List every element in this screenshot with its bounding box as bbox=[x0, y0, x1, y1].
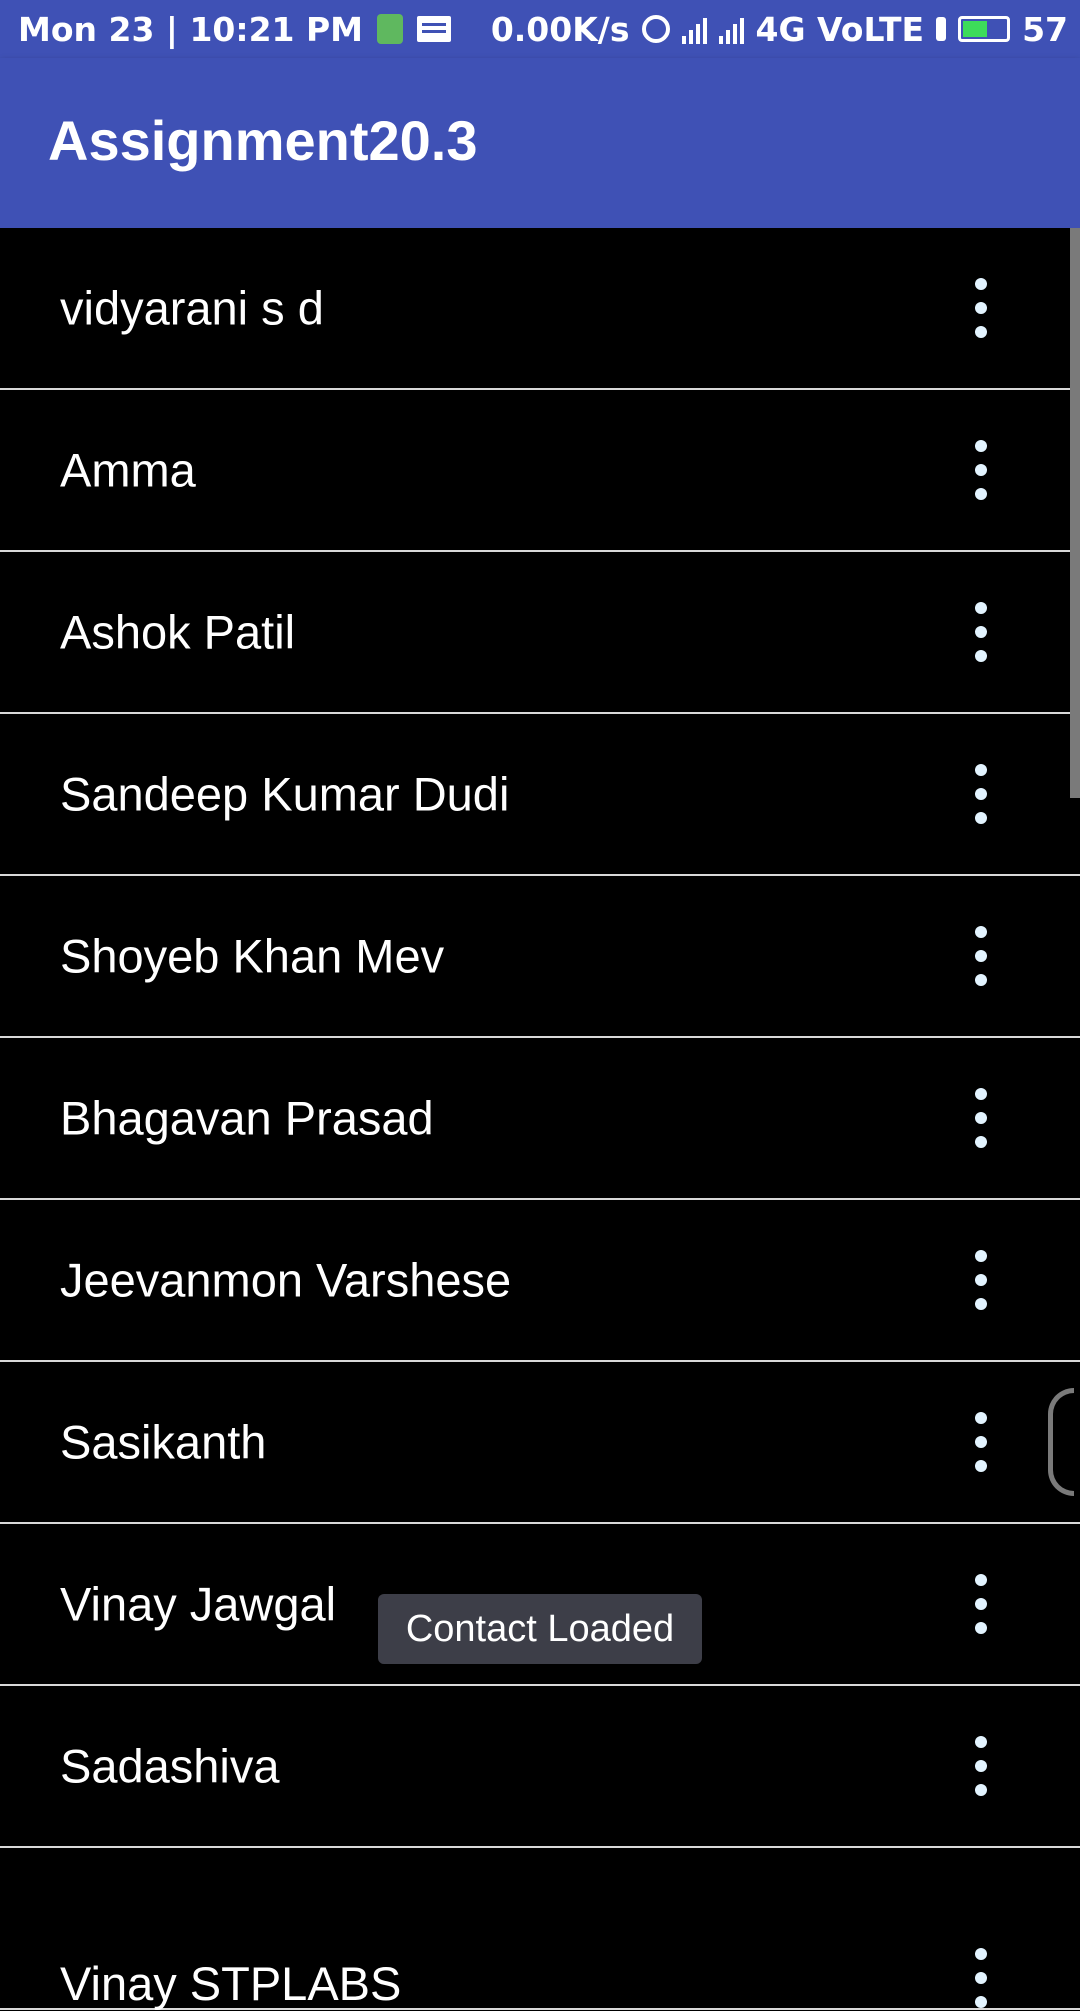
scrollbar[interactable] bbox=[1070, 228, 1080, 798]
more-vert-icon[interactable] bbox=[960, 926, 1002, 986]
more-vert-icon[interactable] bbox=[960, 764, 1002, 824]
network-type: 4G VoLTE bbox=[755, 9, 925, 49]
contact-row[interactable]: Jeevanmon Varshese bbox=[0, 1200, 1080, 1362]
contact-name: Vinay STPLABS bbox=[60, 1957, 402, 2010]
contact-list: vidyarani s d Amma Ashok Patil Sandeep K… bbox=[0, 228, 1080, 2010]
contact-name: Ashok Patil bbox=[60, 605, 296, 659]
app-title: Assignment20.3 bbox=[48, 109, 478, 172]
contact-name: Sadashiva bbox=[60, 1739, 280, 1793]
more-vert-icon[interactable] bbox=[960, 1412, 1002, 1472]
battery-level: 57 bbox=[1022, 9, 1068, 49]
contact-name: Vinay Jawgal bbox=[60, 1577, 337, 1631]
more-vert-icon[interactable] bbox=[960, 602, 1002, 662]
network-speed: 0.00K/s bbox=[490, 9, 630, 49]
contact-row[interactable]: Sandeep Kumar Dudi bbox=[0, 714, 1080, 876]
more-vert-icon[interactable] bbox=[960, 1250, 1002, 1310]
contact-row[interactable]: Shoyeb Khan Mev bbox=[0, 876, 1080, 1038]
status-bar: Mon 23 | 10:21 PM 0.00K/s 4G VoLTE 57 bbox=[0, 0, 1080, 58]
contact-name: vidyarani s d bbox=[60, 281, 324, 335]
more-vert-icon[interactable] bbox=[960, 278, 1002, 338]
battery-icon bbox=[958, 16, 1011, 42]
message-icon bbox=[417, 16, 452, 42]
signal-icon bbox=[681, 14, 707, 44]
contact-name: Shoyeb Khan Mev bbox=[60, 929, 445, 983]
contact-row[interactable]: vidyarani s d bbox=[0, 228, 1080, 390]
toast: Contact Loaded bbox=[378, 1594, 702, 1664]
contact-name: Sandeep Kumar Dudi bbox=[60, 767, 510, 821]
contact-row[interactable]: Sadashiva bbox=[0, 1686, 1080, 1848]
status-datetime: Mon 23 | 10:21 PM bbox=[18, 9, 364, 49]
contact-name: Jeevanmon Varshese bbox=[60, 1253, 512, 1307]
charging-icon bbox=[936, 17, 947, 41]
contact-row[interactable]: Ashok Patil bbox=[0, 552, 1080, 714]
more-vert-icon[interactable] bbox=[960, 1736, 1002, 1796]
more-vert-icon[interactable] bbox=[960, 1088, 1002, 1148]
contact-name: Sasikanth bbox=[60, 1415, 267, 1469]
more-vert-icon[interactable] bbox=[960, 1574, 1002, 1634]
contact-row[interactable]: Amma bbox=[0, 390, 1080, 552]
app-bar: Assignment20.3 bbox=[0, 58, 1080, 228]
contact-row[interactable]: Sasikanth bbox=[0, 1362, 1080, 1524]
more-vert-icon[interactable] bbox=[960, 440, 1002, 500]
app-notification-icon bbox=[377, 14, 404, 44]
more-vert-icon[interactable] bbox=[960, 1948, 1002, 2008]
overscroll-indicator bbox=[1048, 1388, 1074, 1496]
contact-name: Bhagavan Prasad bbox=[60, 1091, 434, 1145]
contact-row[interactable]: Vinay STPLABS bbox=[0, 1848, 1080, 2010]
signal-icon-sim2 bbox=[718, 14, 744, 44]
contact-name: Amma bbox=[60, 443, 196, 497]
contact-row[interactable]: Bhagavan Prasad bbox=[0, 1038, 1080, 1200]
alarm-icon bbox=[641, 15, 670, 43]
